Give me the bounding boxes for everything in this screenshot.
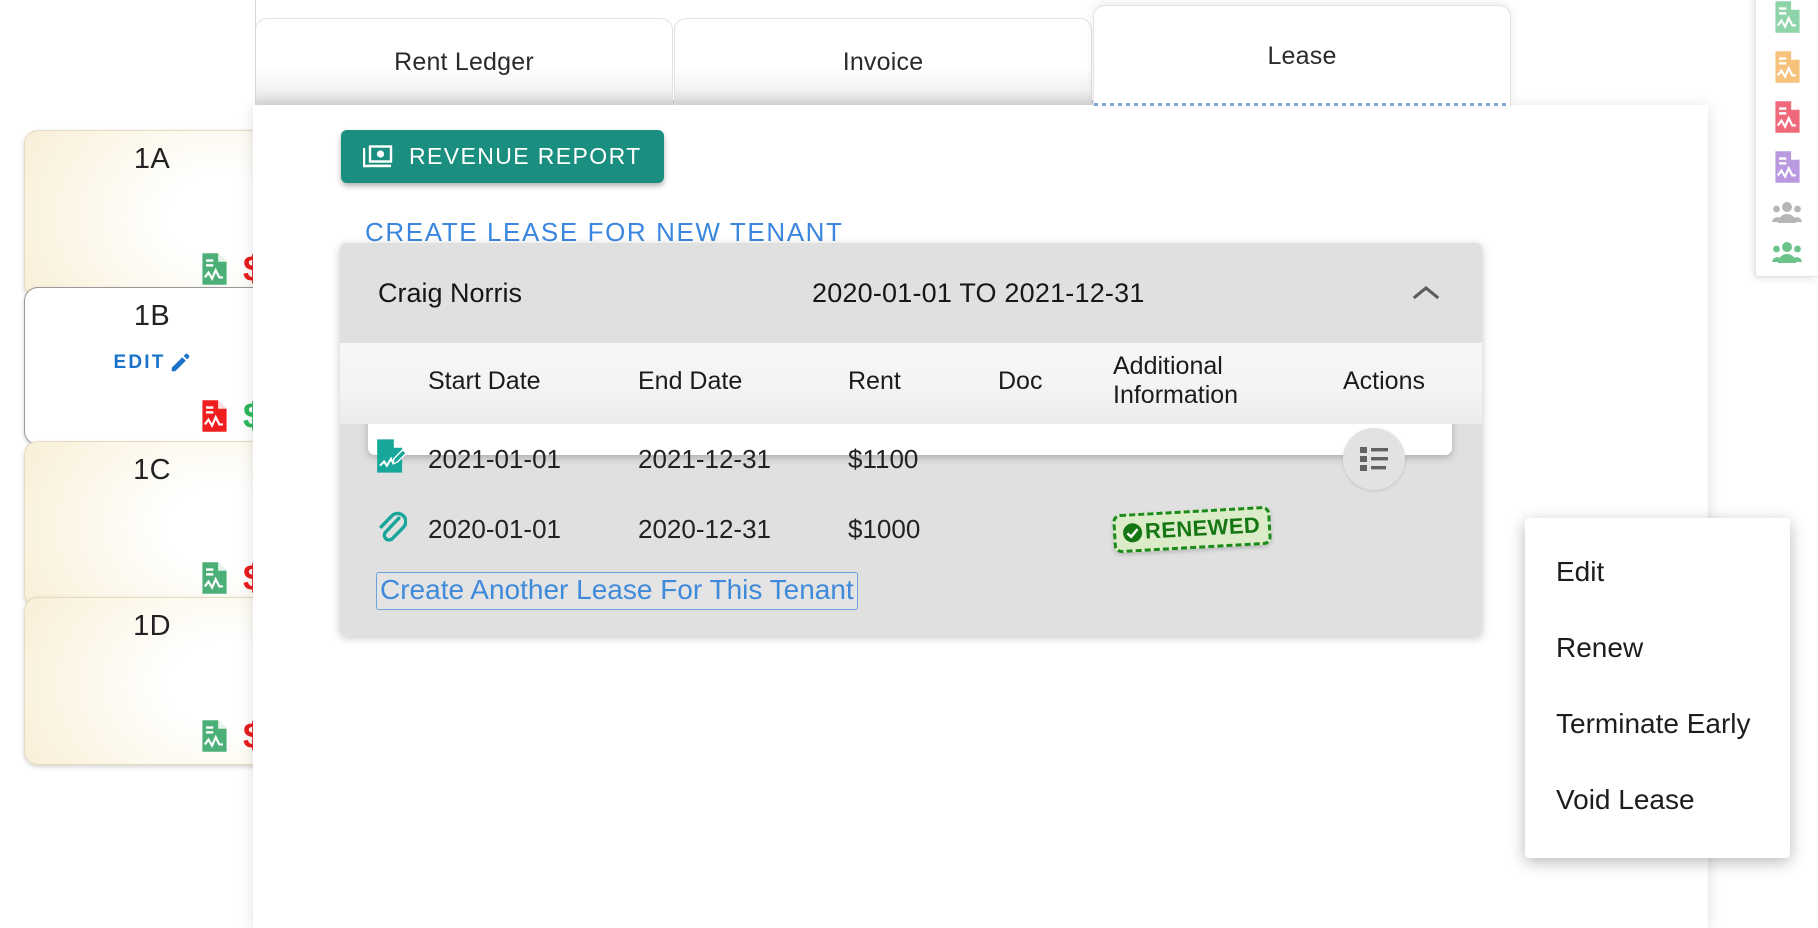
unit-card-1b[interactable]: 1B EDIT $ bbox=[24, 287, 255, 445]
row-2-start-date: 2020-01-01 bbox=[428, 513, 561, 544]
row-2-rent: $1000 bbox=[848, 513, 921, 544]
revenue-report-label: REVENUE REPORT bbox=[409, 143, 642, 169]
unit-card-1b-edit-button[interactable]: EDIT bbox=[25, 352, 255, 374]
people-icon bbox=[1772, 202, 1802, 223]
check-circle-icon bbox=[1123, 522, 1143, 542]
menu-item-edit[interactable]: Edit bbox=[1525, 534, 1790, 610]
document-icon bbox=[1774, 151, 1800, 183]
lease-date-range: 2020-01-01 TO 2021-12-31 bbox=[812, 277, 1145, 308]
tab-lease[interactable]: Lease bbox=[1093, 5, 1511, 106]
tenant-name: Craig Norris bbox=[378, 277, 523, 308]
document-icon bbox=[202, 253, 227, 285]
tab-invoice[interactable]: Invoice bbox=[674, 18, 1092, 106]
document-icon bbox=[202, 720, 227, 752]
unit-card-1b-icons: $ bbox=[200, 398, 255, 434]
document-icon bbox=[1774, 101, 1800, 133]
row-2-icon-cell bbox=[340, 494, 428, 564]
col-header-doc: Doc bbox=[998, 343, 1113, 424]
row-actions-button[interactable] bbox=[1343, 428, 1405, 490]
legend-item-4[interactable] bbox=[1756, 200, 1818, 224]
unit-card-1d-icons: $ bbox=[200, 718, 255, 754]
status-badge-renewed-label: RENEWED bbox=[1144, 511, 1261, 544]
row-1-icon-cell bbox=[340, 424, 428, 494]
unit-list-sidebar: 1A $ 1B EDIT bbox=[0, 0, 256, 928]
unit-card-1d[interactable]: 1D $ bbox=[24, 597, 255, 765]
create-another-lease-link[interactable]: Create Another Lease For This Tenant bbox=[376, 572, 858, 610]
money-bill-icon bbox=[363, 144, 393, 167]
unit-card-1c-label: 1C bbox=[133, 454, 171, 486]
lease-table: Start Date End Date Rent Doc Additional … bbox=[340, 343, 1482, 564]
unit-card-1a[interactable]: 1A $ bbox=[24, 130, 255, 298]
row-2-end-date: 2020-12-31 bbox=[638, 513, 771, 544]
col-header-rent: Rent bbox=[848, 343, 998, 424]
col-header-icon bbox=[340, 343, 428, 424]
unit-card-1d-label: 1D bbox=[133, 610, 171, 642]
tab-rent-ledger-label: Rent Ledger bbox=[394, 48, 534, 76]
unit-card-1b-edit-label: EDIT bbox=[113, 352, 166, 373]
col-header-start-date: Start Date bbox=[428, 343, 638, 424]
row-1-doc bbox=[998, 424, 1113, 494]
unit-card-1b-label: 1B bbox=[133, 300, 171, 332]
table-row[interactable]: 2020-01-01 2020-12-31 $1000 RENEWED bbox=[340, 494, 1482, 564]
tab-lease-label: Lease bbox=[1267, 41, 1337, 70]
tab-bar: Rent Ledger Invoice Lease bbox=[255, 0, 1705, 106]
row-1-rent: $1100 bbox=[848, 443, 919, 474]
table-header-row: Start Date End Date Rent Doc Additional … bbox=[340, 343, 1482, 424]
legend-item-2[interactable] bbox=[1756, 100, 1818, 134]
unit-card-1a-icons: $ bbox=[200, 251, 255, 287]
lease-accordion-body: Start Date End Date Rent Doc Additional … bbox=[340, 343, 1482, 636]
document-icon bbox=[1774, 51, 1800, 83]
status-badge-renewed: RENEWED bbox=[1112, 505, 1273, 553]
col-header-actions: Actions bbox=[1343, 343, 1482, 424]
chevron-up-icon[interactable] bbox=[1412, 284, 1440, 302]
legend-strip bbox=[1755, 0, 1818, 277]
legend-item-1[interactable] bbox=[1756, 50, 1818, 84]
menu-item-terminate-early[interactable]: Terminate Early bbox=[1525, 686, 1790, 762]
revenue-report-button[interactable]: REVENUE REPORT bbox=[341, 130, 664, 183]
app-root: Rent Ledger Invoice Lease 1A $ bbox=[0, 0, 1818, 928]
table-row[interactable]: 2021-01-01 2021-12-31 $1100 bbox=[340, 424, 1482, 494]
lease-signed-icon[interactable] bbox=[374, 438, 408, 474]
lease-panel: REVENUE REPORT CREATE LEASE FOR NEW TENA… bbox=[253, 105, 1708, 928]
lease-accordion-header[interactable]: Craig Norris 2020-01-01 TO 2021-12-31 bbox=[340, 243, 1482, 343]
legend-item-0[interactable] bbox=[1756, 0, 1818, 34]
pencil-icon bbox=[171, 353, 189, 372]
legend-item-3[interactable] bbox=[1756, 150, 1818, 184]
row-1-additional-information bbox=[1113, 424, 1343, 494]
row-2-doc bbox=[998, 494, 1113, 564]
row-1-end-date: 2021-12-31 bbox=[638, 443, 771, 474]
tab-lease-active-underline bbox=[1094, 103, 1510, 106]
tab-invoice-label: Invoice bbox=[842, 48, 924, 76]
document-icon bbox=[202, 400, 227, 432]
paperclip-icon[interactable] bbox=[375, 509, 408, 543]
unit-card-1c[interactable]: 1C $ bbox=[24, 441, 255, 607]
document-icon bbox=[1774, 1, 1800, 33]
document-icon bbox=[202, 562, 227, 594]
unit-card-1a-label: 1A bbox=[133, 143, 171, 175]
row-1-actions-cell bbox=[1343, 424, 1482, 494]
lease-accordion: Craig Norris 2020-01-01 TO 2021-12-31 St… bbox=[340, 243, 1482, 636]
col-header-end-date: End Date bbox=[638, 343, 848, 424]
menu-item-renew[interactable]: Renew bbox=[1525, 610, 1790, 686]
unit-card-1c-icons: $ bbox=[200, 560, 255, 596]
row-2-additional-information: RENEWED bbox=[1112, 494, 1343, 564]
people-icon bbox=[1772, 242, 1802, 263]
lease-actions-menu: Edit Renew Terminate Early Void Lease bbox=[1525, 518, 1790, 858]
row-1-start-date: 2021-01-01 bbox=[428, 443, 561, 474]
legend-item-5[interactable] bbox=[1756, 240, 1818, 264]
menu-item-void-lease[interactable]: Void Lease bbox=[1525, 762, 1790, 838]
list-icon bbox=[1360, 447, 1388, 471]
row-2-actions-cell bbox=[1343, 494, 1482, 564]
col-header-additional-information: Additional Information bbox=[1113, 343, 1343, 424]
tab-rent-ledger[interactable]: Rent Ledger bbox=[255, 18, 673, 106]
